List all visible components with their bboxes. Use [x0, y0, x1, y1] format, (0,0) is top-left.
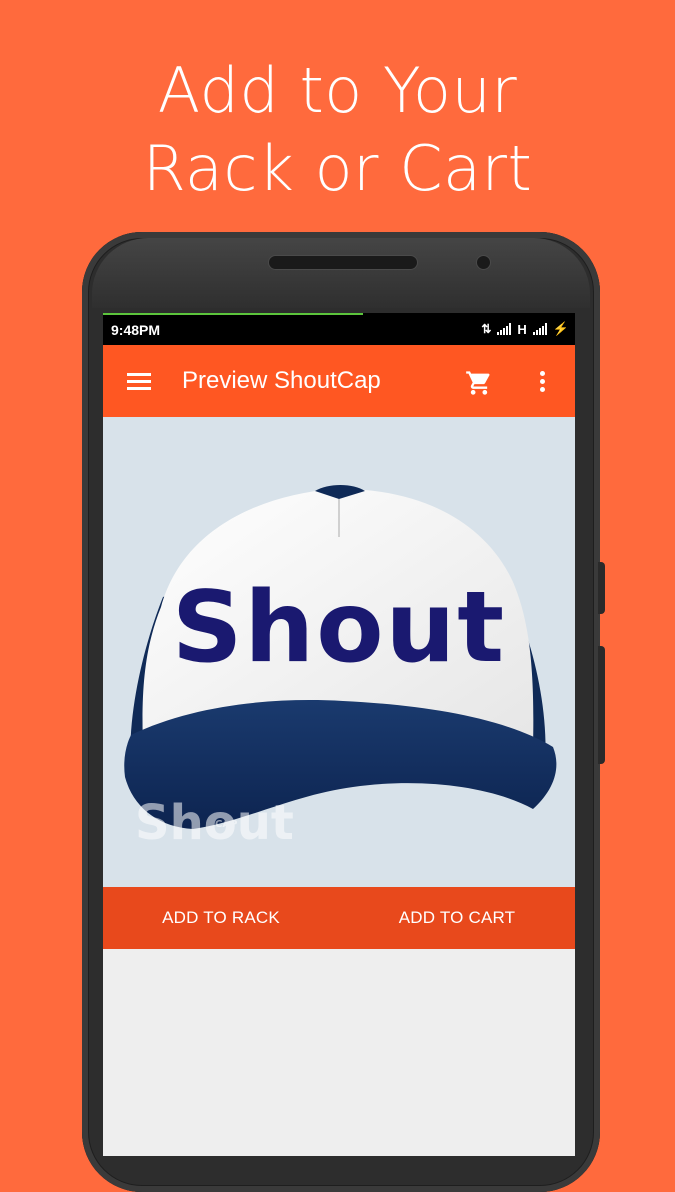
cap-image: Shout CAP Shout	[124, 485, 557, 851]
phone-volume-button	[598, 646, 605, 764]
signal-strength-icon	[497, 323, 512, 335]
add-to-cart-button[interactable]: ADD TO CART	[369, 887, 545, 949]
promo-headline: Add to Your Rack or Cart	[0, 52, 675, 208]
battery-charging-icon: ⚡	[552, 321, 569, 336]
action-bar: ADD TO RACK ADD TO CART	[103, 887, 575, 949]
phone-screen: 9:48PM ⇅ H ⚡ Preview ShoutCap Shout CAP …	[103, 313, 575, 1156]
app-bar: Preview ShoutCap	[103, 345, 575, 417]
data-transfer-icon: ⇅	[481, 322, 492, 336]
status-icons: ⇅ H ⚡	[481, 321, 569, 337]
watermark: Shout CAP	[135, 795, 294, 851]
product-preview: Shout CAP Shout	[103, 417, 575, 887]
network-type-label: H	[517, 321, 527, 337]
phone-power-button	[598, 562, 605, 614]
signal-strength-icon-2	[532, 323, 547, 335]
more-vert-icon[interactable]	[540, 371, 546, 393]
phone-bezel	[92, 238, 590, 308]
empty-content-area	[103, 949, 575, 1156]
cap-print-text: Shout	[172, 571, 506, 685]
headline-line-2: Rack or Cart	[142, 132, 533, 205]
menu-icon[interactable]	[127, 373, 151, 391]
phone-camera	[476, 255, 491, 270]
page-load-progress	[103, 313, 363, 315]
cart-icon[interactable]	[465, 369, 493, 397]
svg-text:CAP: CAP	[215, 819, 237, 830]
status-bar: 9:48PM ⇅ H ⚡	[103, 313, 575, 345]
phone-speaker	[268, 255, 418, 270]
add-to-rack-button[interactable]: ADD TO RACK	[133, 887, 309, 949]
app-title: Preview ShoutCap	[182, 367, 381, 394]
status-time: 9:48PM	[111, 322, 161, 338]
headline-line-1: Add to Your	[157, 54, 518, 127]
